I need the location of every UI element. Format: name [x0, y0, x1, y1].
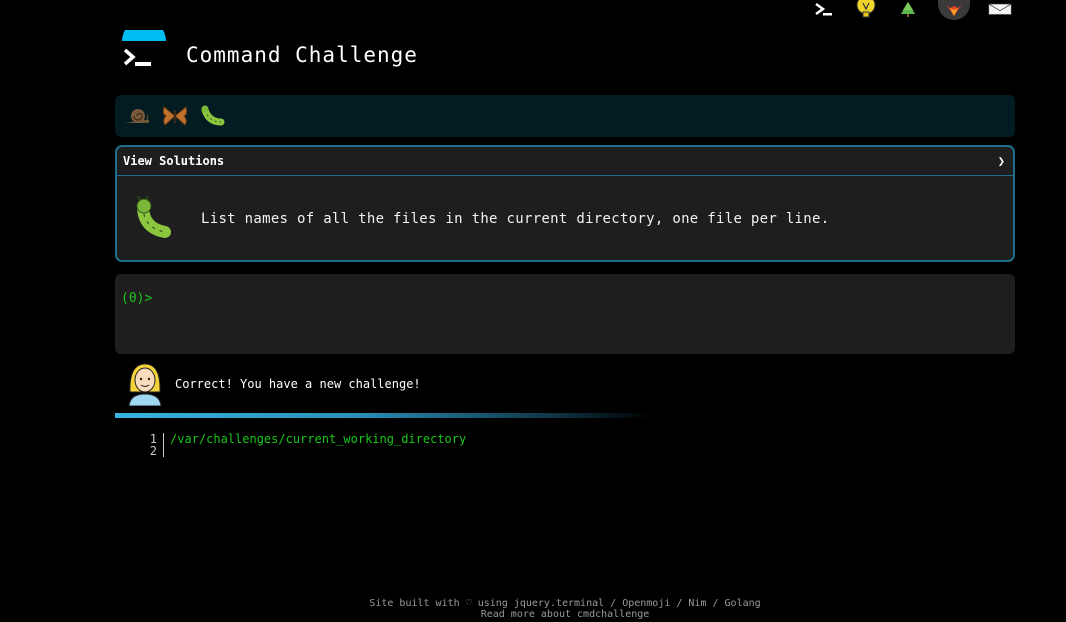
footer: Site built with ♡ using jquery.terminal … — [0, 598, 1066, 620]
challenge-description: List names of all the files in the curre… — [201, 211, 830, 227]
woman-avatar-icon — [126, 362, 164, 407]
challenge-panel: View Solutions ❯ List names of all the f… — [115, 145, 1015, 262]
line-number: 2 — [149, 444, 157, 458]
output-editor: 1 2 /var/challenges/current_working_dire… — [140, 433, 466, 457]
terminal-prompt: (0)> — [121, 291, 153, 306]
view-solutions-toggle[interactable]: View Solutions ❯ — [117, 147, 1013, 176]
page-header: Command Challenge — [115, 19, 1015, 80]
read-more-link[interactable]: Read more about cmdchallenge — [481, 609, 650, 620]
footer-credits: Site built with ♡ using jquery.terminal … — [369, 598, 761, 609]
view-solutions-label: View Solutions — [123, 154, 225, 168]
feedback-text: Correct! You have a new challenge! — [175, 377, 421, 391]
chevron-right-icon: ❯ — [997, 154, 1005, 168]
tree-icon[interactable] — [896, 0, 920, 20]
command-challenge-logo-icon[interactable] — [115, 19, 169, 80]
gitlab-fox-icon[interactable] — [938, 0, 970, 20]
envelope-icon[interactable] — [988, 0, 1012, 20]
snail-badge-icon[interactable] — [123, 102, 151, 130]
line-number-gutter: 1 2 — [140, 433, 164, 457]
terminal-input-area[interactable]: (0)> — [115, 274, 1015, 354]
challenge-body: List names of all the files in the curre… — [117, 176, 1013, 260]
feedback-message: Correct! You have a new challenge! — [126, 362, 421, 407]
top-icon-bar — [812, 0, 1012, 20]
caterpillar-badge-icon[interactable] — [199, 102, 227, 130]
butterfly-badge-icon[interactable] — [161, 102, 189, 130]
terminal-icon[interactable] — [812, 0, 836, 20]
badge-bar — [115, 95, 1015, 137]
caterpillar-icon — [131, 195, 177, 242]
progress-bar — [115, 413, 650, 418]
lightbulb-icon[interactable] — [854, 0, 878, 20]
output-line: /var/challenges/current_working_director… — [170, 432, 467, 446]
output-lines: /var/challenges/current_working_director… — [164, 433, 466, 457]
page-title: Command Challenge — [186, 43, 418, 67]
